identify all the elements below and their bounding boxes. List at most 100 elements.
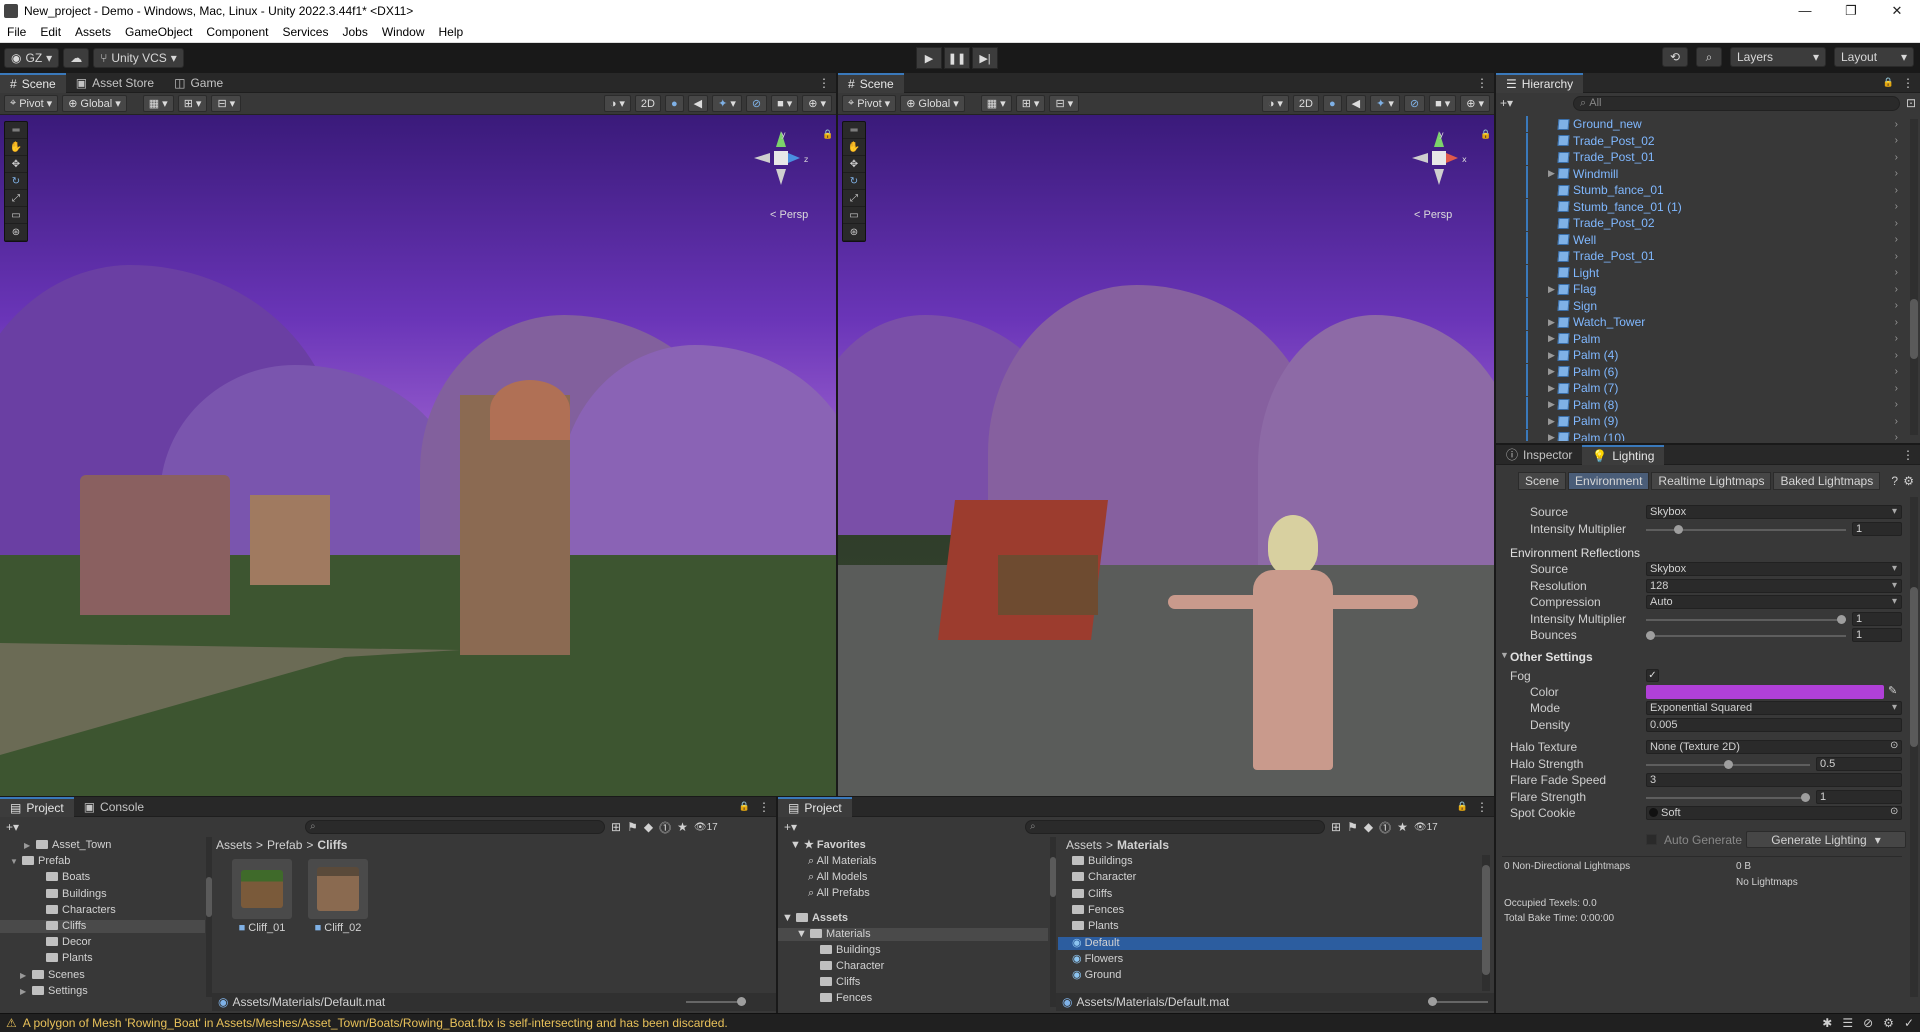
minimize-button[interactable]: — — [1782, 0, 1828, 22]
tab-scene-2[interactable]: # Scene — [838, 72, 904, 93]
add-icon[interactable]: +▾ — [784, 820, 797, 834]
global-dropdown[interactable]: ⊕ Global ▾ — [62, 95, 127, 112]
project-tree-item[interactable]: ▶ Settings — [0, 985, 205, 997]
effects-toggle[interactable]: ✦ ▾ — [1370, 95, 1400, 112]
tree-cliffs[interactable]: Cliffs — [820, 976, 860, 989]
object-picker-icon[interactable]: ⊙ — [1890, 740, 1898, 751]
scene-visibility-icon[interactable]: ⊡ — [1906, 96, 1916, 110]
pivot-dropdown[interactable]: ⌖ Pivot ▾ — [842, 95, 897, 112]
tree-buildings[interactable]: Buildings — [820, 944, 881, 957]
hierarchy-item[interactable]: Light › — [1496, 264, 1906, 281]
grid-snap-button[interactable]: ▦ ▾ — [142, 95, 174, 112]
fav-all-models[interactable]: ⌕ All Models — [808, 871, 867, 884]
menu-assets[interactable]: Assets — [68, 25, 118, 39]
hierarchy-item[interactable]: Stumb_fance_01 (1) › — [1496, 198, 1906, 215]
material-list-item[interactable]: Character — [1058, 871, 1482, 884]
add-icon[interactable]: +▾ — [1500, 96, 1513, 110]
shading-mode-button[interactable]: ◑ ▾ — [1261, 95, 1289, 112]
expand-arrow-icon[interactable]: ▶ — [1548, 366, 1558, 377]
projection-label[interactable]: < Persp — [770, 209, 808, 221]
grid-snap-button[interactable]: ▦ ▾ — [980, 95, 1012, 112]
hierarchy-item[interactable]: ▶ Windmill › — [1496, 165, 1906, 182]
chevron-right-icon[interactable]: › — [1895, 218, 1898, 229]
move-tool-icon[interactable]: ✥ — [5, 156, 27, 173]
filter-type-icon[interactable]: ⊞ — [611, 820, 621, 834]
debug-icon[interactable]: ✱ — [1822, 1016, 1832, 1030]
scrollbar-thumb[interactable] — [1910, 299, 1918, 359]
lock-icon[interactable]: 🔒 — [739, 801, 750, 812]
subtab-baked-lightmaps[interactable]: Baked Lightmaps — [1773, 472, 1881, 490]
hierarchy-item[interactable]: ▶ Palm › — [1496, 330, 1906, 347]
chevron-right-icon[interactable]: › — [1895, 317, 1898, 328]
thumbnail-size-slider[interactable] — [1428, 997, 1488, 1006]
material-list-item[interactable]: ◉ Ground — [1058, 969, 1482, 982]
refl-source-dropdown[interactable]: Skybox — [1646, 562, 1902, 576]
rotate-tool-icon[interactable]: ↻ — [5, 173, 27, 190]
transform-tool-icon[interactable]: ⊛ — [843, 224, 865, 241]
expand-arrow-icon[interactable]: ▶ — [24, 839, 36, 852]
expand-arrow-icon[interactable]: ▶ — [1548, 383, 1558, 394]
effects-toggle[interactable]: ✦ ▾ — [712, 95, 742, 112]
fog-color-swatch[interactable] — [1646, 685, 1884, 699]
chevron-right-icon[interactable]: › — [1895, 432, 1898, 441]
rect-tool-icon[interactable]: ▭ — [843, 207, 865, 224]
list-scrollbar[interactable] — [1482, 855, 1490, 991]
filter-tag-icon[interactable]: ◆ — [1364, 820, 1373, 834]
more-icon[interactable]: ⋮ — [758, 800, 770, 814]
transform-tool-icon[interactable]: ⊛ — [5, 224, 27, 241]
chevron-right-icon[interactable]: › — [1895, 185, 1898, 196]
menu-jobs[interactable]: Jobs — [335, 25, 374, 39]
settings-gear-icon[interactable]: ⚙ — [1903, 474, 1914, 488]
hierarchy-item[interactable]: Trade_Post_01 › — [1496, 149, 1906, 165]
layers-dropdown[interactable]: Layers ▾ — [1730, 47, 1826, 67]
hierarchy-item[interactable]: Trade_Post_01 › — [1496, 248, 1906, 264]
collab-icon[interactable]: ✓ — [1904, 1016, 1914, 1030]
menu-file[interactable]: File — [0, 25, 33, 39]
expand-arrow-icon[interactable]: ▶ — [20, 985, 32, 997]
project-tree-item[interactable]: Characters — [0, 904, 205, 917]
subtab-realtime-lightmaps[interactable]: Realtime Lightmaps — [1651, 472, 1772, 490]
tab-project-2[interactable]: ▤ Project — [778, 796, 852, 817]
global-dropdown[interactable]: ⊕ Global ▾ — [900, 95, 965, 112]
ruler-button[interactable]: ⊟ ▾ — [1049, 95, 1080, 112]
audio-toggle[interactable]: ◀ — [687, 95, 709, 112]
tree-scrollbar[interactable] — [206, 837, 212, 997]
hierarchy-item[interactable]: ▶ Palm (4) › — [1496, 347, 1906, 363]
flare-fade-input[interactable]: 3 — [1646, 773, 1902, 787]
network-icon[interactable]: ⊘ — [1863, 1016, 1873, 1030]
menu-component[interactable]: Component — [199, 25, 275, 39]
more-icon[interactable]: ⋮ — [1902, 448, 1914, 462]
expand-arrow-icon[interactable]: ▶ — [1548, 350, 1558, 361]
axis-gizmo-icon[interactable]: y x — [1410, 129, 1468, 187]
menu-edit[interactable]: Edit — [33, 25, 68, 39]
filter-label-icon[interactable]: ⚑ — [627, 820, 638, 834]
resolution-dropdown[interactable]: 128 — [1646, 579, 1902, 593]
breadcrumb-cliffs[interactable]: Cliffs — [317, 838, 347, 852]
more-icon[interactable]: ⋮ — [1476, 76, 1488, 90]
project-tree-item[interactable]: Boats — [0, 871, 205, 884]
other-settings-header[interactable]: Other Settings — [1510, 650, 1593, 664]
asset-tile[interactable]: ■ Cliff_01 — [232, 859, 292, 939]
eyedropper-icon[interactable]: ✎ — [1888, 684, 1897, 697]
scale-tool-icon[interactable]: ⤢ — [843, 190, 865, 207]
build-icon[interactable]: ⚙ — [1883, 1016, 1894, 1030]
expand-arrow-icon[interactable]: ▶ — [1548, 416, 1558, 427]
asset-tile[interactable]: ■ Cliff_02 — [308, 859, 368, 939]
material-list-item[interactable]: ◉ Flowers — [1058, 953, 1482, 966]
more-icon[interactable]: ⋮ — [818, 76, 830, 90]
projection-label[interactable]: < Persp — [1414, 209, 1452, 221]
chevron-right-icon[interactable]: › — [1895, 284, 1898, 295]
project-tree-item[interactable]: Cliffs — [0, 920, 205, 933]
audio-toggle[interactable]: ◀ — [1345, 95, 1367, 112]
help-icon[interactable]: ? — [1891, 474, 1898, 488]
hidden-toggle[interactable]: ⊘ — [745, 95, 768, 112]
foldout-arrow-icon[interactable]: ▼ — [1500, 650, 1509, 660]
expand-arrow-icon[interactable]: ▶ — [1548, 168, 1558, 179]
status-bar[interactable]: ⚠ A polygon of Mesh 'Rowing_Boat' in Ass… — [0, 1013, 1920, 1032]
project-search-input[interactable]: ⌕ — [305, 820, 606, 834]
vcs-dropdown[interactable]: ⑂ Unity VCS ▾ — [93, 47, 184, 68]
hand-tool-icon[interactable]: ✋ — [5, 139, 27, 156]
search-button[interactable]: ⌕ — [1696, 47, 1722, 67]
fog-checkbox[interactable]: ✓ — [1646, 669, 1659, 682]
hierarchy-item[interactable]: Trade_Post_02 › — [1496, 215, 1906, 231]
